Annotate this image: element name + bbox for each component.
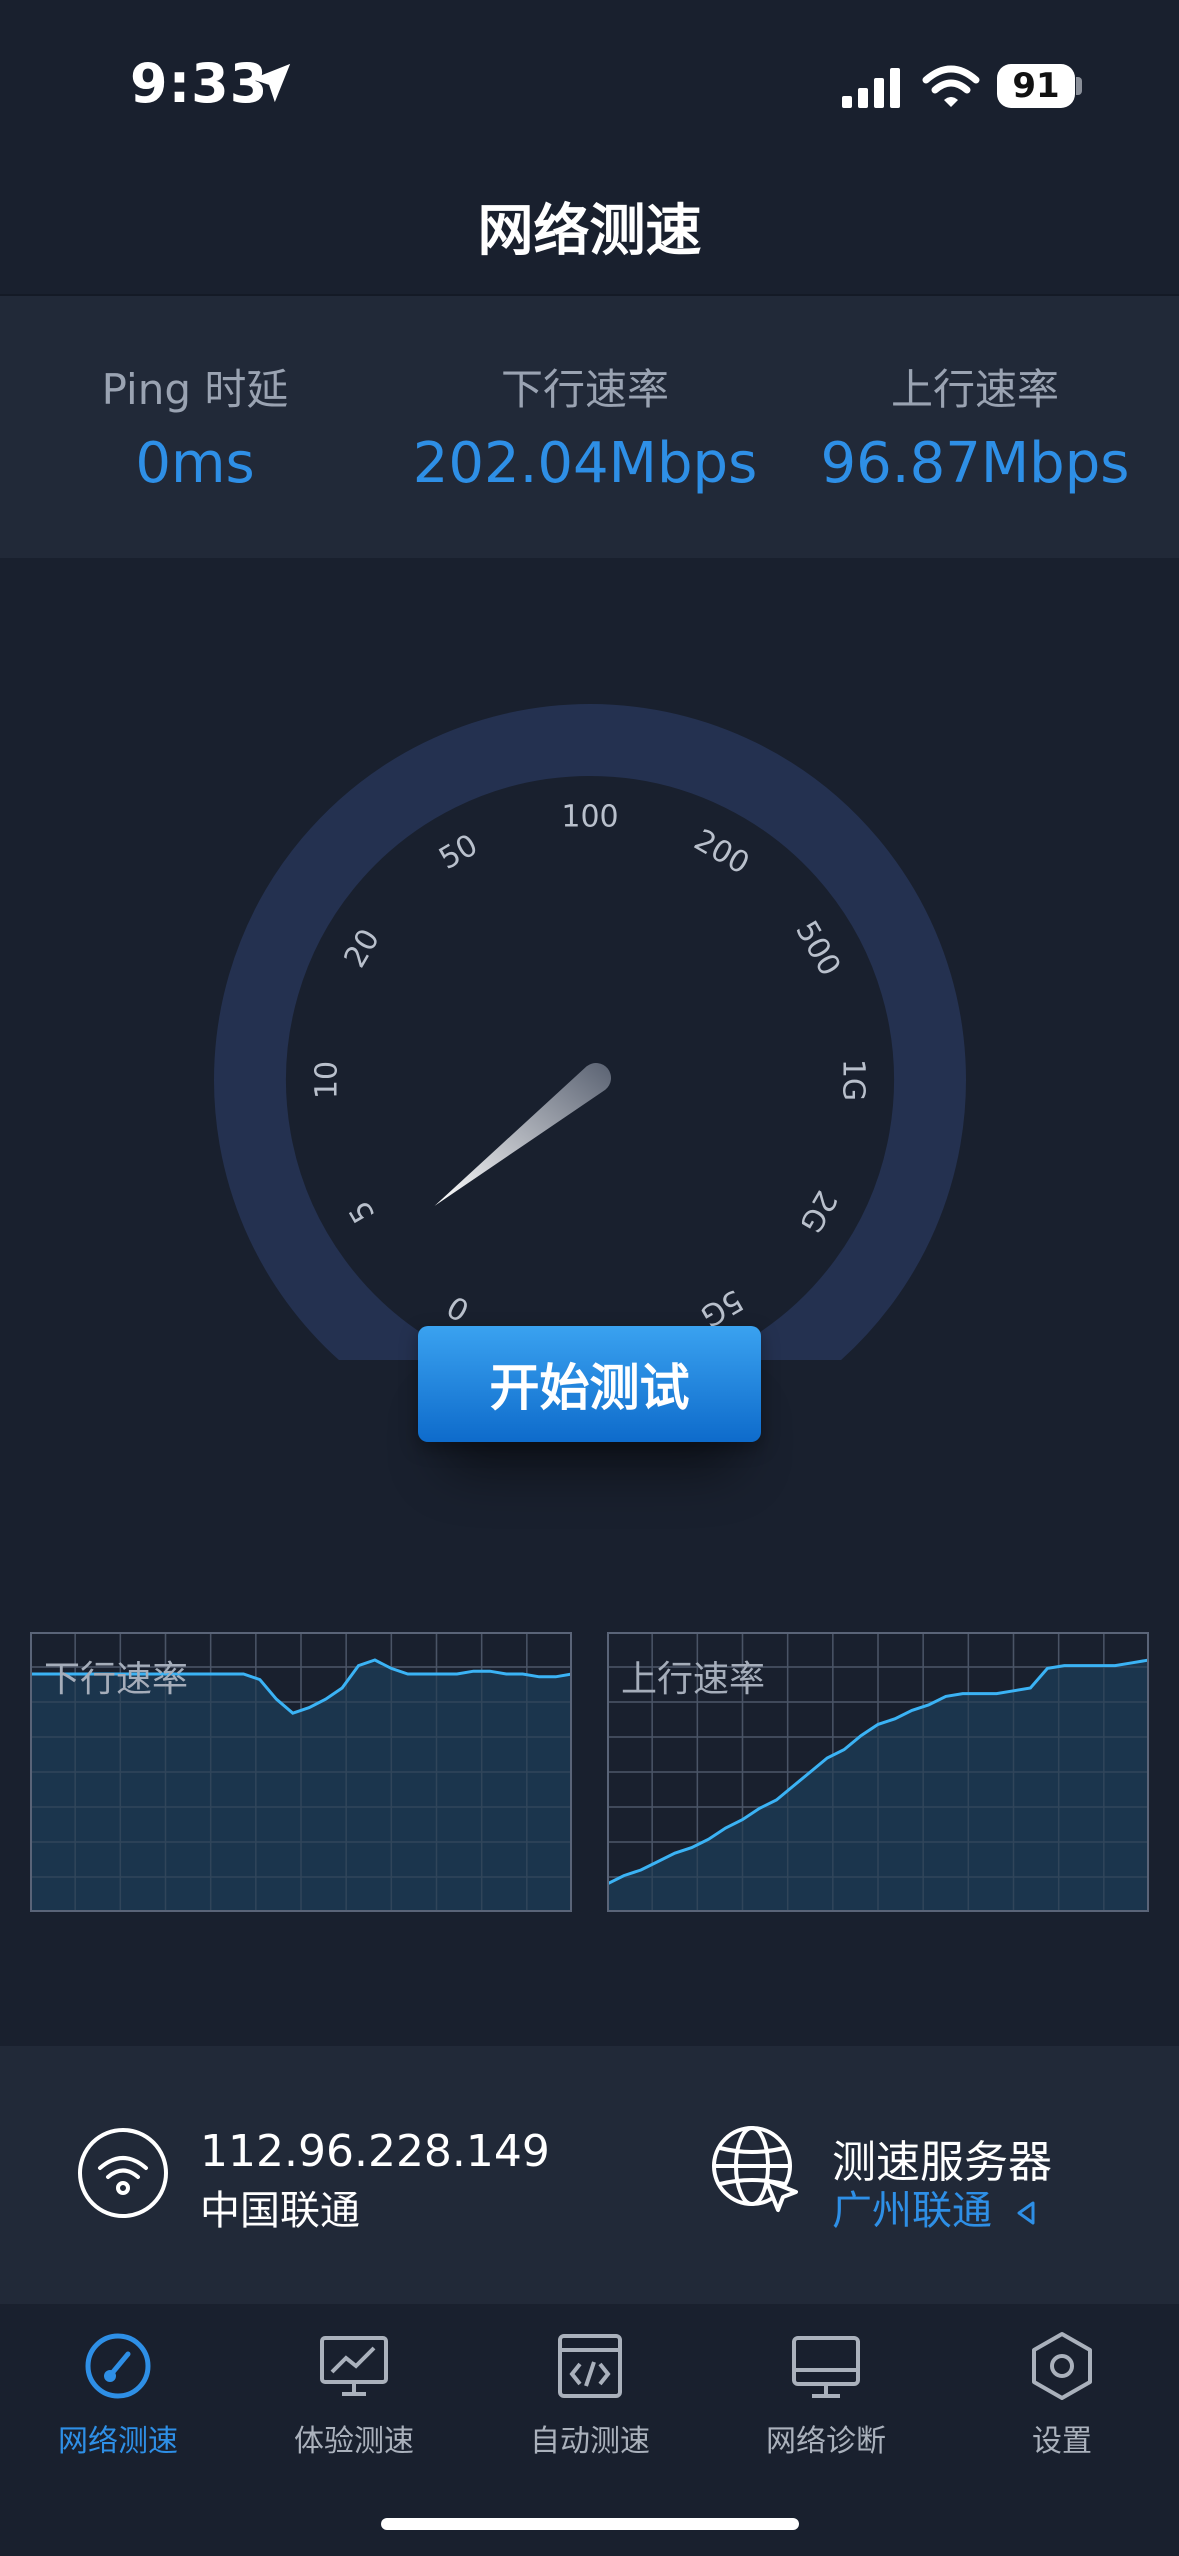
stat-download-value: 202.04Mbps (412, 431, 758, 496)
app-screen: 9:33 91 网络测速 Ping 时延 0ms 下行速率 202.04Mbps… (0, 0, 1179, 2556)
gauge-tick-label: 5 (342, 1194, 382, 1228)
speedometer-icon (85, 2333, 151, 2399)
stat-ping: Ping 时延 0ms (20, 356, 370, 496)
globe-cursor-icon[interactable] (708, 2122, 804, 2218)
stat-upload-label: 上行速率 (890, 365, 1059, 414)
code-window-icon (558, 2334, 622, 2398)
wifi-circle-icon (78, 2128, 168, 2218)
stat-ping-value: 0ms (135, 431, 255, 496)
tab-label: 网络测速 (58, 2424, 178, 2459)
tab-label: 设置 (1032, 2424, 1092, 2459)
stat-upload-value: 96.87Mbps (820, 431, 1130, 496)
stat-download-label: 下行速率 (500, 365, 669, 414)
gauge-tick-label: 0 (441, 1288, 475, 1328)
download-chart-label: 下行速率 (44, 1659, 189, 1700)
battery-indicator: 91 (997, 64, 1075, 108)
tab-network-speedtest[interactable]: 网络测速 (0, 2316, 236, 2459)
isp-name: 中国联通 (200, 2188, 360, 2234)
tab-experience-speedtest[interactable]: 体验测速 (236, 2316, 472, 2459)
stat-ping-label: Ping 时延 (101, 365, 289, 414)
wifi-status-icon (922, 65, 980, 107)
upload-chart: 上行速率 (606, 1632, 1150, 1912)
speed-gauge: 051020501002005001G2G5G (214, 704, 966, 1360)
monitor-icon (792, 2336, 860, 2398)
tab-network-diagnosis[interactable]: 网络诊断 (708, 2316, 944, 2459)
page-title: 网络测速 (477, 199, 702, 264)
tab-label: 自动测速 (530, 2424, 650, 2459)
settings-hexagon-icon (1032, 2332, 1092, 2400)
upload-chart-label: 上行速率 (621, 1659, 766, 1700)
start-test-button[interactable]: 开始测试 (418, 1326, 761, 1442)
stat-download: 下行速率 202.04Mbps (395, 356, 775, 496)
gauge-tick-label: 1G (836, 1059, 871, 1101)
location-arrow-icon (251, 63, 291, 103)
gauge-tick-label: 100 (561, 800, 618, 835)
stats-panel: Ping 时延 0ms 下行速率 202.04Mbps 上行速率 96.87Mb… (0, 296, 1179, 558)
chart-monitor-icon (320, 2336, 388, 2396)
tab-label: 体验测速 (294, 2424, 414, 2459)
caret-left-icon (1017, 2201, 1035, 2225)
tab-settings[interactable]: 设置 (944, 2316, 1179, 2459)
battery-tip (1076, 77, 1082, 95)
tab-label: 网络诊断 (766, 2424, 886, 2459)
gauge-tick-label: 50 (433, 828, 484, 877)
server-name-link[interactable]: 广州联通 (832, 2178, 1037, 2236)
ip-address: 112.96.228.149 (200, 2126, 550, 2177)
gauge-tick-label: 20 (338, 923, 387, 974)
cellular-signal-icon (842, 68, 900, 108)
home-indicator[interactable] (381, 2518, 799, 2530)
gauge-needle (434, 1062, 612, 1206)
gauge-tick-label: 200 (688, 823, 755, 882)
gauge-tick-label: 10 (310, 1061, 345, 1099)
stat-upload: 上行速率 96.87Mbps (790, 356, 1160, 496)
gauge-tick-label: 500 (788, 915, 847, 982)
server-name-text: 广州联通 (832, 2188, 992, 2234)
download-chart: 下行速率 (30, 1632, 573, 1912)
gauge-tick-label: 2G (792, 1184, 843, 1238)
tab-auto-speedtest[interactable]: 自动测速 (472, 2316, 708, 2459)
